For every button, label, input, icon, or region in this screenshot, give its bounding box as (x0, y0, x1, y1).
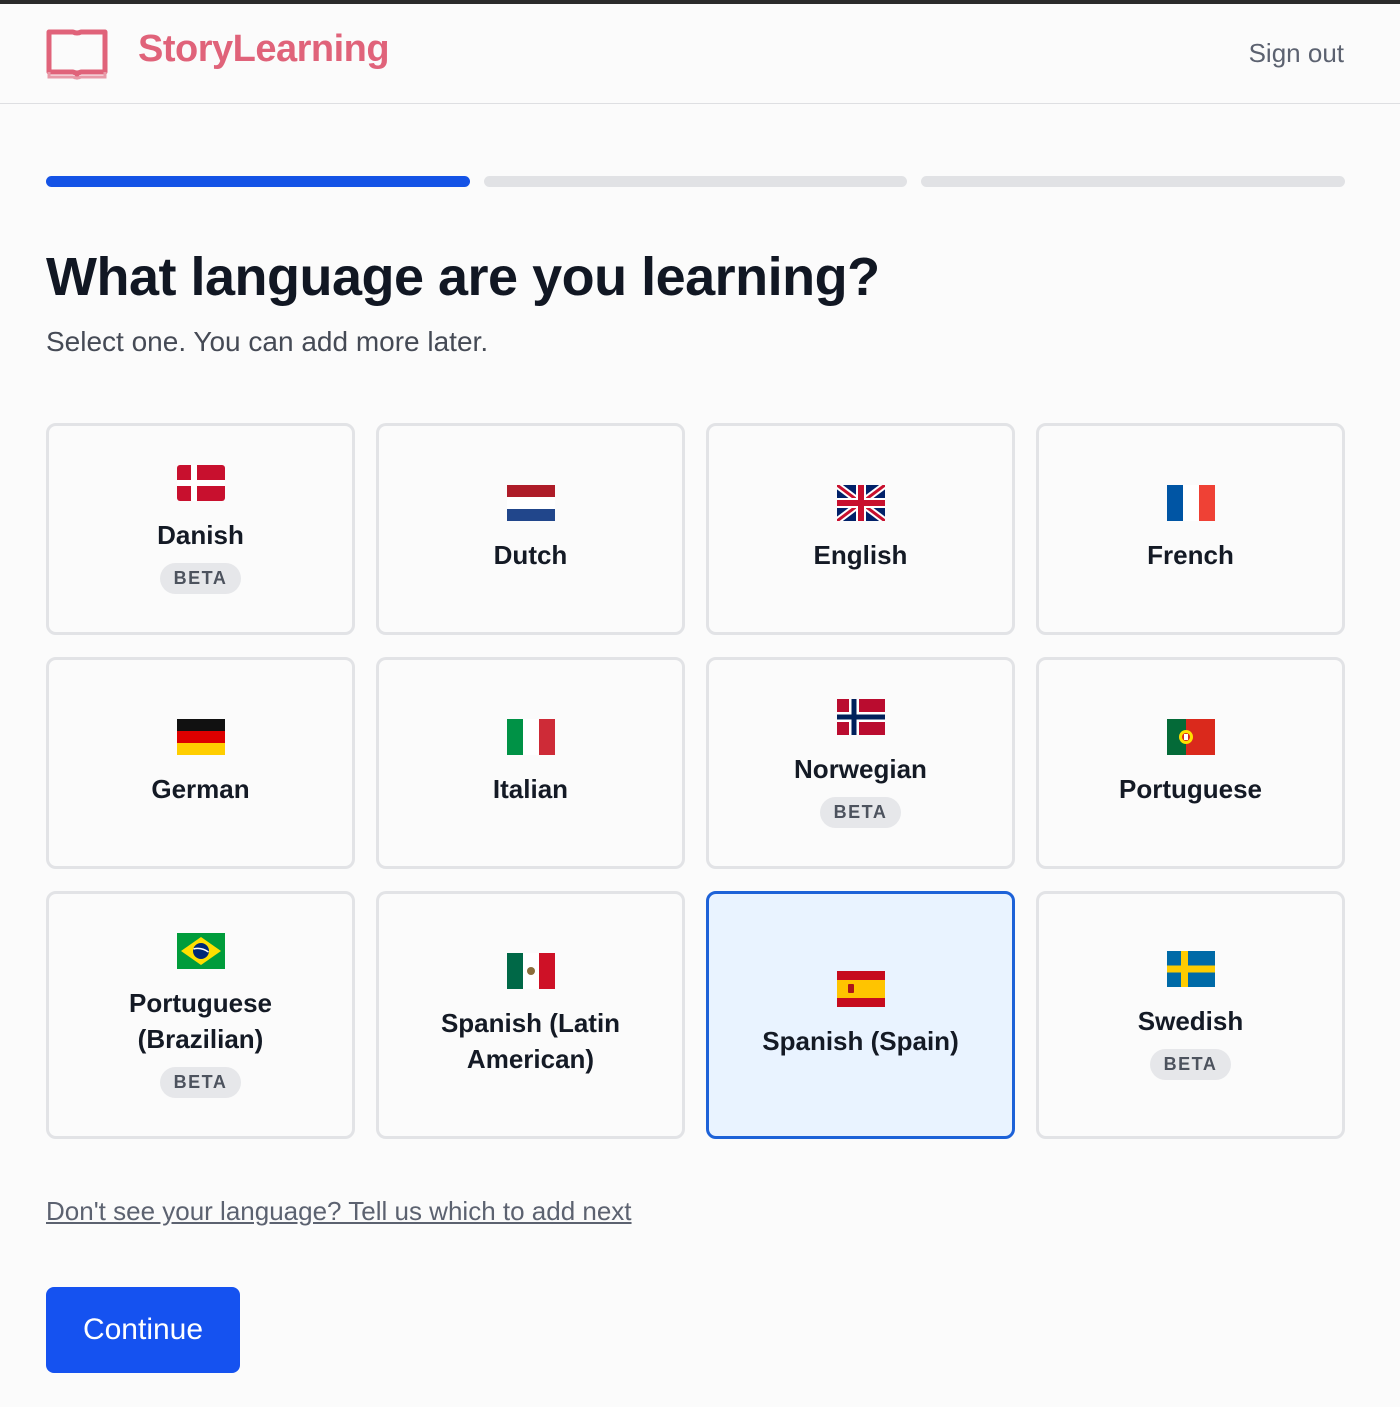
language-name: German (151, 774, 250, 804)
language-name: Italian (492, 774, 569, 804)
continue-button[interactable]: Continue (46, 1287, 240, 1373)
language-card-french[interactable]: French (1036, 423, 1345, 635)
language-card-german[interactable]: German (46, 657, 355, 869)
language-name: Dutch (493, 540, 568, 570)
progress-step-3 (921, 176, 1346, 187)
flag-brazil-icon (176, 932, 225, 969)
language-card-swedish[interactable]: Swedish BETA (1036, 891, 1345, 1139)
book-logo-icon (46, 29, 108, 80)
progress-bar (46, 176, 1346, 187)
flag-germany-icon (176, 719, 225, 755)
flag-portugal-icon (1166, 719, 1215, 755)
flag-denmark-icon (176, 464, 225, 501)
beta-badge: BETA (1149, 1048, 1232, 1080)
language-name: Spanish (Spain) (762, 1026, 959, 1056)
language-name: Portuguese (Brazilian) (128, 987, 273, 1054)
language-name: French (1147, 540, 1234, 570)
request-language-link[interactable]: Don't see your language? Tell us which t… (46, 1196, 632, 1227)
sign-out-link[interactable]: Sign out (1249, 38, 1344, 69)
flag-norway-icon (836, 698, 885, 735)
flag-sweden-icon (1166, 950, 1215, 987)
flag-spain-icon (836, 971, 885, 1007)
beta-badge: BETA (819, 796, 902, 828)
language-card-portuguese-brazilian[interactable]: Portuguese (Brazilian) BETA (46, 891, 355, 1139)
flag-france-icon (1166, 485, 1215, 521)
beta-badge: BETA (159, 562, 242, 594)
language-name: Danish (157, 519, 244, 550)
flag-italy-icon (506, 719, 555, 755)
brand-name: StoryLearning (138, 28, 390, 70)
flag-uk-icon (836, 485, 885, 521)
page-subtitle: Select one. You can add more later. (46, 326, 489, 357)
language-grid: Danish BETA Dutch English French German … (46, 423, 1345, 1139)
progress-step-1 (46, 176, 470, 187)
flag-mexico-icon (506, 953, 555, 989)
flag-netherlands-icon (506, 485, 555, 521)
header: StoryLearning Sign out (0, 4, 1400, 104)
progress-step-2 (483, 176, 908, 187)
language-card-norwegian[interactable]: Norwegian BETA (706, 657, 1015, 869)
language-name: Portuguese (1118, 774, 1263, 804)
language-card-portuguese[interactable]: Portuguese (1036, 657, 1345, 869)
language-name: Norwegian (794, 753, 927, 784)
language-card-spanish-spain[interactable]: Spanish (Spain) (706, 891, 1015, 1139)
logo-link[interactable] (46, 28, 108, 80)
language-card-spanish-latin-american[interactable]: Spanish (Latin American) (376, 891, 685, 1139)
language-card-danish[interactable]: Danish BETA (46, 423, 355, 635)
language-name: Swedish (1137, 1005, 1244, 1036)
language-name: English (813, 540, 908, 570)
language-card-italian[interactable]: Italian (376, 657, 685, 869)
language-name: Spanish (Latin American) (440, 1008, 621, 1074)
beta-badge: BETA (159, 1066, 242, 1098)
language-card-dutch[interactable]: Dutch (376, 423, 685, 635)
page-title: What language are you learning? (46, 247, 880, 307)
language-card-english[interactable]: English (706, 423, 1015, 635)
